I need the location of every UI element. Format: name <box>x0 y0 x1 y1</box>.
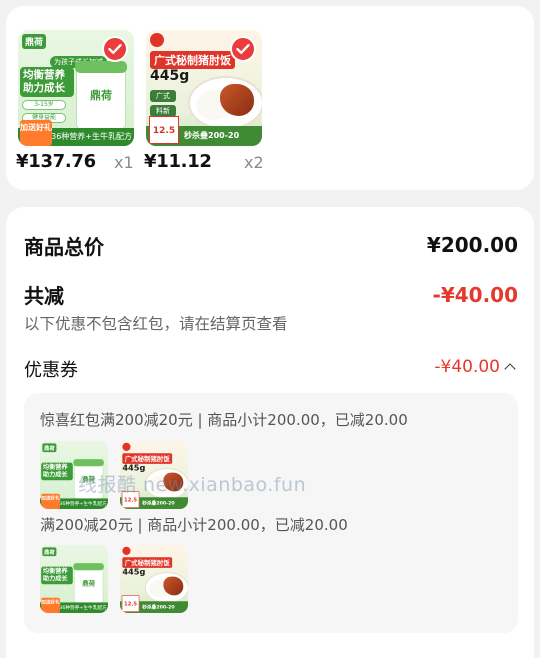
product-image-pork[interactable]: 广式秘制猪肘饭 445g 广式 料新 12.5 秒杀叠200-20 <box>146 30 262 146</box>
price-row: ¥11.12 x2 <box>144 151 284 173</box>
price-summary-card: 商品总价 ¥200.00 共减 -¥40.00 以下优惠不包含红包，请在结算页查… <box>6 207 534 658</box>
total-price-label: 商品总价 <box>24 235 104 259</box>
milk-can-illustration: 鼎荷 <box>73 459 104 500</box>
brand-logo: 鼎荷 <box>22 34 47 49</box>
product-bottom-banner: 12.5 秒杀叠200-20 <box>120 595 188 613</box>
price-row: ¥137.76 x1 <box>16 151 156 173</box>
coupon-detail-panel: 惊喜红包满200减20元 | 商品小计200.00，已减20.00 鼎荷 均衡营… <box>24 393 518 633</box>
product-bottom-banner: 12.5 秒杀叠200-20 <box>120 491 188 509</box>
product-item-pork[interactable]: 广式秘制猪肘饭 445g 广式 料新 12.5 秒杀叠200-20 ¥11.12… <box>144 30 266 172</box>
brand-logo-icon <box>150 33 164 47</box>
product-weight: 445g <box>122 463 146 473</box>
product-headline: 均衡营养助力成长 <box>20 67 74 97</box>
product-list-card: 鼎荷 为孩子成长加减 均衡营养助力成长 3-15岁 健身益能 鼎荷 加送好礼 3… <box>6 6 534 190</box>
chevron-up-icon[interactable] <box>504 363 516 375</box>
mini-image-content: 鼎荷 均衡营养助力成长 鼎荷 加送好礼 36种营养+生牛乳配方 <box>40 545 108 613</box>
product-item-milk[interactable]: 鼎荷 为孩子成长加减 均衡营养助力成长 3-15岁 健身益能 鼎荷 加送好礼 3… <box>16 30 138 172</box>
milk-can-illustration: 鼎荷 <box>73 563 104 604</box>
can-lid <box>73 459 104 467</box>
price-tag: 12.5 <box>121 491 140 508</box>
can-lid <box>75 61 127 73</box>
discount-label: 共减 <box>24 284 64 308</box>
product-quantity: x2 <box>244 153 264 172</box>
banner-text: 秒杀叠200-20 <box>142 604 175 610</box>
gift-badge: 加送好礼 <box>41 493 60 509</box>
mini-product-image-pork: 广式秘制猪肘饭 445g 12.5 秒杀叠200-20 <box>120 441 188 509</box>
mini-product-image-pork: 广式秘制猪肘饭 445g 12.5 秒杀叠200-20 <box>120 545 188 613</box>
total-price-value: ¥200.00 <box>426 233 518 257</box>
product-bottom-banner: 12.5 秒杀叠200-20 <box>146 116 262 146</box>
banner-text: 36种营养+生牛乳配方 <box>59 604 107 611</box>
check-circle-icon[interactable] <box>230 36 256 62</box>
coupon-detail-line: 满200减20元 | 商品小计200.00，已减20.00 <box>40 516 348 534</box>
check-circle-icon[interactable] <box>102 36 128 62</box>
mini-image-content: 广式秘制猪肘饭 445g 12.5 秒杀叠200-20 <box>120 545 188 613</box>
banner-text: 秒杀叠200-20 <box>142 500 175 506</box>
coupon-detail-line: 惊喜红包满200减20元 | 商品小计200.00，已减20.00 <box>40 411 408 429</box>
can-lid <box>73 563 104 571</box>
product-title-banner: 广式秘制猪肘饭 <box>122 453 173 464</box>
mini-product-image-milk: 鼎荷 均衡营养助力成长 鼎荷 加送好礼 36种营养+生牛乳配方 <box>40 441 108 509</box>
banner-text: 36种营养+生牛乳配方 <box>59 500 107 507</box>
product-title-banner: 广式秘制猪肘饭 <box>150 51 235 69</box>
product-pill: 广式 <box>150 90 176 102</box>
banner-text: 36种营养+生牛乳配方 <box>51 132 132 141</box>
coupon-toggle[interactable]: -¥40.00 <box>434 357 516 377</box>
milk-can-illustration: 鼎荷 <box>75 61 127 130</box>
discount-note: 以下优惠不包含红包，请在结算页查看 <box>24 315 288 333</box>
can-brand: 鼎荷 <box>90 89 112 102</box>
product-price: ¥11.12 <box>144 151 212 172</box>
mini-image-content: 广式秘制猪肘饭 445g 12.5 秒杀叠200-20 <box>120 441 188 509</box>
meat-illustration <box>220 84 254 116</box>
product-chip: 3-15岁 <box>22 100 66 110</box>
product-weight: 445g <box>150 68 190 84</box>
product-quantity: x1 <box>114 153 134 172</box>
product-bottom-banner: 加送好礼 36种营养+生牛乳配方 <box>18 120 134 146</box>
product-headline: 均衡营养助力成长 <box>41 566 73 585</box>
brand-logo-icon <box>122 442 131 451</box>
product-bottom-banner: 加送好礼 36种营养+生牛乳配方 <box>40 597 108 613</box>
can-brand: 鼎荷 <box>82 475 96 484</box>
brand-logo: 鼎荷 <box>42 443 57 453</box>
mini-image-content: 鼎荷 均衡营养助力成长 鼎荷 加送好礼 36种营养+生牛乳配方 <box>40 441 108 509</box>
meat-illustration <box>163 472 184 492</box>
price-tag: 12.5 <box>121 595 140 612</box>
product-title-banner: 广式秘制猪肘饭 <box>122 557 173 568</box>
brand-logo: 鼎荷 <box>42 547 57 557</box>
mini-product-image-milk: 鼎荷 均衡营养助力成长 鼎荷 加送好礼 36种营养+生牛乳配方 <box>40 545 108 613</box>
meat-illustration <box>163 576 184 596</box>
product-bottom-banner: 加送好礼 36种营养+生牛乳配方 <box>40 493 108 509</box>
coupon-value: -¥40.00 <box>434 357 500 377</box>
product-weight: 445g <box>122 567 146 577</box>
gift-badge: 加送好礼 <box>20 120 52 146</box>
brand-logo-icon <box>122 546 131 555</box>
product-headline: 均衡营养助力成长 <box>41 462 73 481</box>
product-price: ¥137.76 <box>16 151 96 172</box>
product-image-milk[interactable]: 鼎荷 为孩子成长加减 均衡营养助力成长 3-15岁 健身益能 鼎荷 加送好礼 3… <box>18 30 134 146</box>
banner-text: 秒杀叠200-20 <box>184 131 240 140</box>
price-tag: 12.5 <box>149 116 179 144</box>
gift-badge: 加送好礼 <box>41 597 60 613</box>
can-brand: 鼎荷 <box>82 579 96 588</box>
discount-value: -¥40.00 <box>432 283 518 307</box>
coupon-label: 优惠券 <box>24 360 78 381</box>
